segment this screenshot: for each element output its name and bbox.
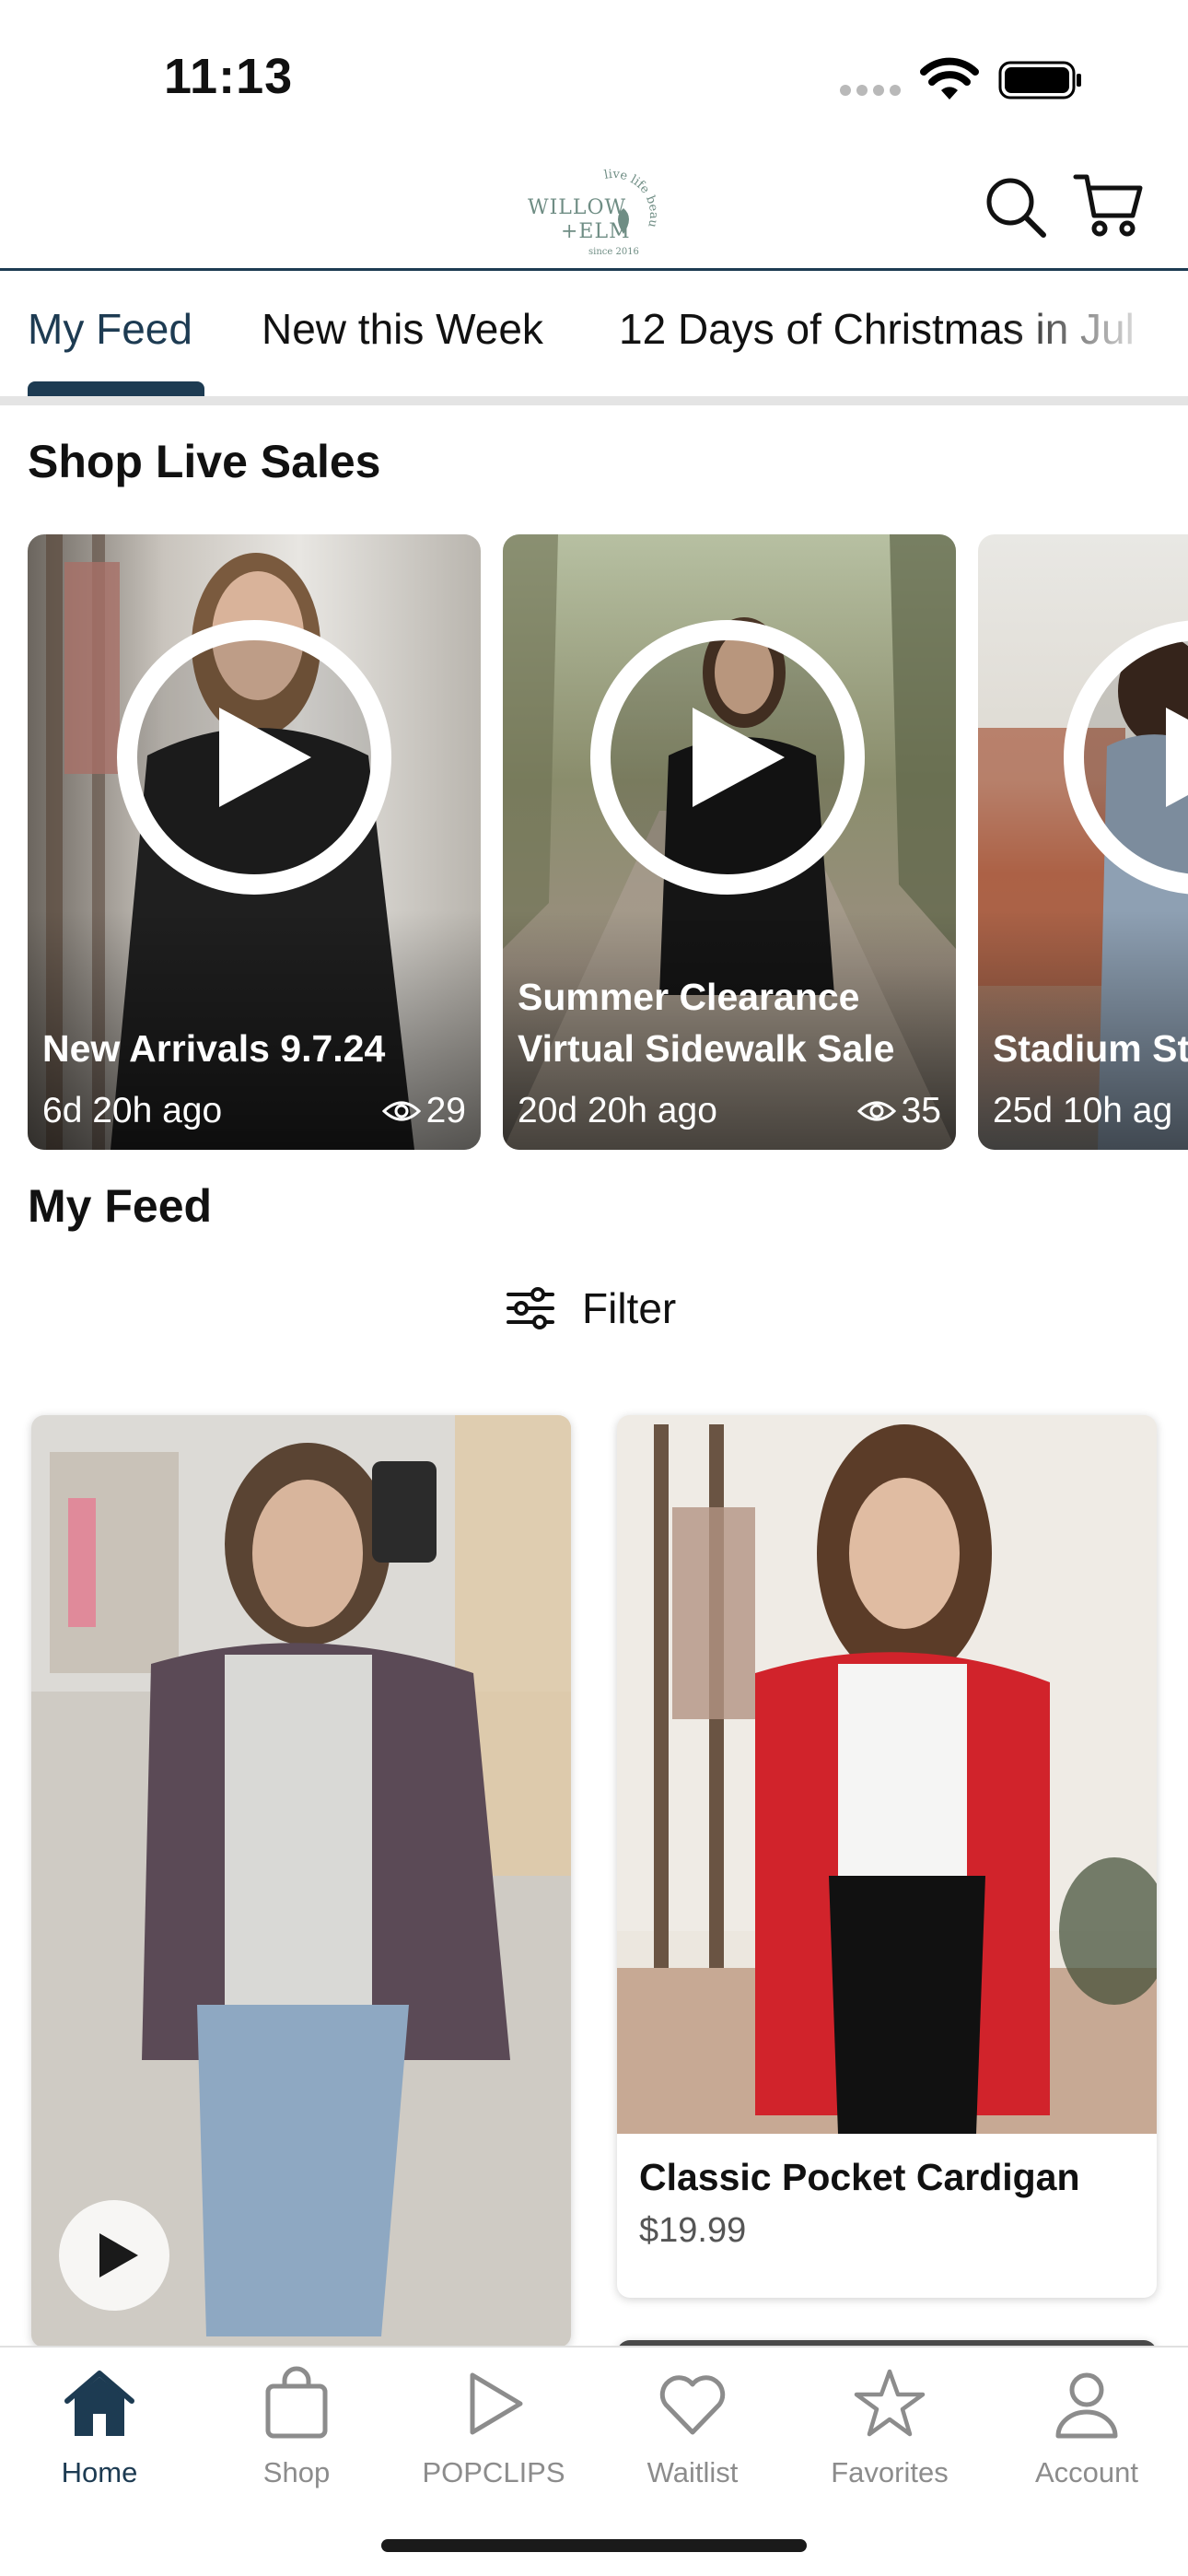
category-tabs: My Feed New this Week 12 Days of Christm… [0, 273, 1188, 402]
home-icon [64, 2371, 134, 2436]
logo-since: since 2016 [588, 247, 639, 257]
filter-label: Filter [582, 1284, 677, 1332]
clip-play-button[interactable] [59, 2200, 169, 2311]
live-sale-views: 29 [381, 1091, 466, 1131]
live-sale-age: 25d 10h ag [993, 1091, 1173, 1130]
logo-line1: WILLOW [528, 196, 626, 219]
nav-waitlist[interactable]: Waitlist [600, 2366, 785, 2504]
app-screen: 11:13 live life beautifully WILLOW +ELM … [0, 0, 1188, 2576]
live-sale-card[interactable]: New Arrivals 9.7.24 6d 20h ago 29 [28, 534, 481, 1150]
feed-clip-card[interactable] [31, 1415, 571, 2348]
nav-popclips[interactable]: POPCLIPS [402, 2366, 586, 2504]
nav-popclips-label: POPCLIPS [422, 2456, 565, 2488]
shopping-bag-icon [265, 2366, 328, 2439]
play-icon[interactable] [116, 619, 392, 896]
live-sale-title-line2: Virtual Sidewalk Sale [518, 1027, 895, 1070]
live-sale-views: 35 [856, 1091, 941, 1131]
nav-waitlist-label: Waitlist [646, 2456, 739, 2488]
tab-my-feed[interactable]: My Feed [28, 304, 192, 354]
nav-shop[interactable]: Shop [204, 2366, 389, 2504]
live-sales-title: Shop Live Sales [28, 436, 381, 487]
live-sale-card[interactable]: Stadium St 25d 10h ag [978, 534, 1188, 1150]
nav-favorites[interactable]: Favorites [798, 2366, 982, 2504]
filter-button[interactable]: Filter [505, 1279, 676, 1338]
nav-home-label: Home [61, 2456, 138, 2488]
product-card[interactable]: Classic Pocket Cardigan $19.99 [617, 1415, 1157, 2298]
play-icon [99, 2233, 138, 2277]
search-icon[interactable] [984, 175, 1048, 240]
brand-logo[interactable]: live life beautifully WILLOW +ELM since … [520, 157, 668, 258]
play-icon[interactable] [589, 619, 866, 896]
tab-new-this-week[interactable]: New this Week [262, 304, 543, 354]
app-header: live life beautifully WILLOW +ELM since … [0, 138, 1188, 271]
tab-divider [0, 396, 1188, 405]
home-indicator [381, 2539, 807, 2552]
wifi-icon [920, 57, 979, 100]
product-image [617, 1415, 1157, 2134]
live-sale-age: 20d 20h ago [518, 1091, 717, 1130]
status-bar: 11:13 [0, 0, 1188, 138]
nav-account[interactable]: Account [995, 2366, 1179, 2504]
cellular-signal-icon [840, 85, 904, 98]
battery-icon [998, 61, 1081, 100]
eye-icon [856, 1101, 896, 1121]
status-time: 11:13 [164, 49, 294, 104]
live-sale-title: Stadium St [993, 1027, 1188, 1070]
eye-icon [381, 1101, 421, 1121]
cart-icon[interactable] [1072, 168, 1146, 241]
my-feed-title: My Feed [28, 1180, 213, 1232]
tabs-fade [1004, 273, 1188, 392]
active-tab-indicator [28, 381, 204, 396]
nav-home[interactable]: Home [7, 2366, 192, 2504]
sliders-icon [507, 1287, 554, 1329]
live-sale-card[interactable]: Summer Clearance Virtual Sidewalk Sale 2… [503, 534, 956, 1150]
person-icon [1055, 2372, 1118, 2439]
live-sale-title: New Arrivals 9.7.24 [42, 1027, 386, 1070]
nav-favorites-label: Favorites [831, 2456, 949, 2488]
live-sale-age: 6d 20h ago [42, 1091, 223, 1130]
play-icon [470, 2372, 523, 2435]
nav-shop-label: Shop [262, 2456, 331, 2488]
play-icon[interactable] [1063, 619, 1188, 896]
views-count: 29 [425, 1091, 466, 1130]
live-sales-carousel[interactable]: New Arrivals 9.7.24 6d 20h ago 29 Summer… [28, 534, 1188, 1152]
views-count: 35 [901, 1091, 941, 1130]
star-icon [854, 2369, 926, 2437]
live-sale-title-line1: Summer Clearance [518, 976, 860, 1018]
nav-account-label: Account [1034, 2456, 1138, 2488]
product-title: Classic Pocket Cardigan [639, 2156, 1080, 2198]
product-price: $19.99 [639, 2211, 747, 2250]
heart-icon [659, 2375, 726, 2435]
